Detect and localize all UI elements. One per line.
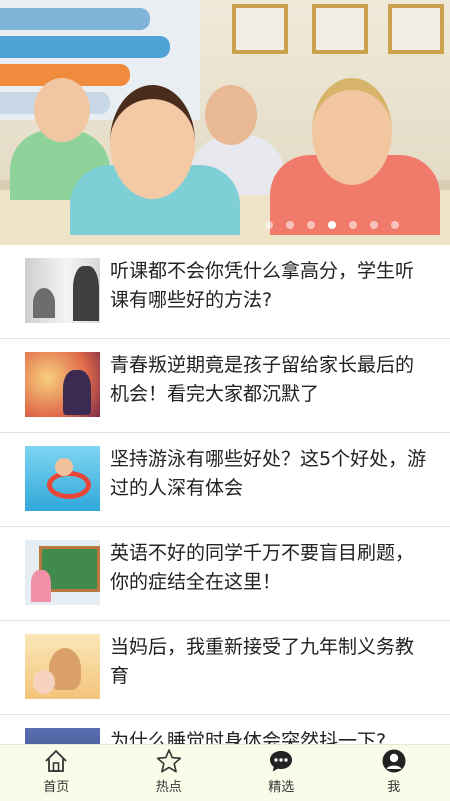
tab-featured[interactable]: 精选 xyxy=(225,745,338,801)
lecture-thumbnail xyxy=(25,258,100,323)
pagination-dot[interactable] xyxy=(391,221,399,229)
user-icon xyxy=(381,748,407,774)
tab-me-label: 我 xyxy=(387,776,400,795)
tab-me[interactable]: 我 xyxy=(338,745,450,801)
pagination-dot[interactable] xyxy=(349,221,357,229)
article-item[interactable]: 听课都不会你凭什么拿高分，学生听课有哪些好的方法? xyxy=(0,245,450,339)
english-thumbnail xyxy=(25,540,100,605)
banner-decor-stripe xyxy=(0,36,170,58)
tab-hot-label: 热点 xyxy=(156,776,182,795)
home-icon xyxy=(43,748,69,774)
article-item[interactable]: 英语不好的同学千万不要盲目刷题，你的症结全在这里！ xyxy=(0,527,450,621)
article-title: 为什么睡觉时身体会突然抖一下? xyxy=(110,727,430,745)
banner-child-face xyxy=(205,85,257,145)
mother-thumbnail xyxy=(25,634,100,699)
tab-home[interactable]: 首页 xyxy=(0,745,113,801)
banner-child-face xyxy=(312,78,392,185)
article-title: 听课都不会你凭什么拿高分，学生听课有哪些好的方法? xyxy=(110,257,430,315)
article-title: 坚持游泳有哪些好处？这5个好处，游过的人深有体会 xyxy=(110,445,430,503)
pagination-dot[interactable] xyxy=(307,221,315,229)
article-list: 听课都不会你凭什么拿高分，学生听课有哪些好的方法? 青春叛逆期竟是孩子留给家长最后… xyxy=(0,245,450,745)
article-title: 英语不好的同学千万不要盲目刷题，你的症结全在这里！ xyxy=(110,539,430,597)
pagination-dot[interactable] xyxy=(328,221,336,229)
teen-thumbnail xyxy=(25,352,100,417)
article-item[interactable]: 坚持游泳有哪些好处？这5个好处，游过的人深有体会 xyxy=(0,433,450,527)
tab-featured-label: 精选 xyxy=(268,776,294,795)
article-item[interactable]: 青春叛逆期竟是孩子留给家长最后的机会！看完大家都沉默了 xyxy=(0,339,450,433)
article-title: 青春叛逆期竟是孩子留给家长最后的机会！看完大家都沉默了 xyxy=(110,351,430,409)
pagination-dot[interactable] xyxy=(370,221,378,229)
article-title: 当妈后，我重新接受了九年制义务教育 xyxy=(110,633,430,691)
pagination-dot[interactable] xyxy=(265,221,273,229)
banner-child-face xyxy=(110,85,195,199)
chat-icon xyxy=(268,748,294,774)
banner-decor-stripe xyxy=(0,8,150,30)
banner-wall-frame xyxy=(388,4,444,54)
article-item[interactable]: 当妈后，我重新接受了九年制义务教育 xyxy=(0,621,450,715)
bottom-tab-bar: 首页 热点 精选 我 xyxy=(0,744,450,801)
banner-carousel[interactable] xyxy=(0,0,450,245)
sleep-thumbnail xyxy=(25,728,100,745)
banner-child-face xyxy=(34,78,90,142)
article-item[interactable]: 为什么睡觉时身体会突然抖一下? xyxy=(0,715,450,745)
tab-home-label: 首页 xyxy=(43,776,69,795)
tab-hot[interactable]: 热点 xyxy=(113,745,226,801)
banner-wall-frame xyxy=(312,4,368,54)
star-icon xyxy=(156,748,182,774)
pagination-dot[interactable] xyxy=(286,221,294,229)
swimming-thumbnail xyxy=(25,446,100,511)
banner-wall-frame xyxy=(232,4,288,54)
banner-pagination-dots xyxy=(265,221,399,229)
